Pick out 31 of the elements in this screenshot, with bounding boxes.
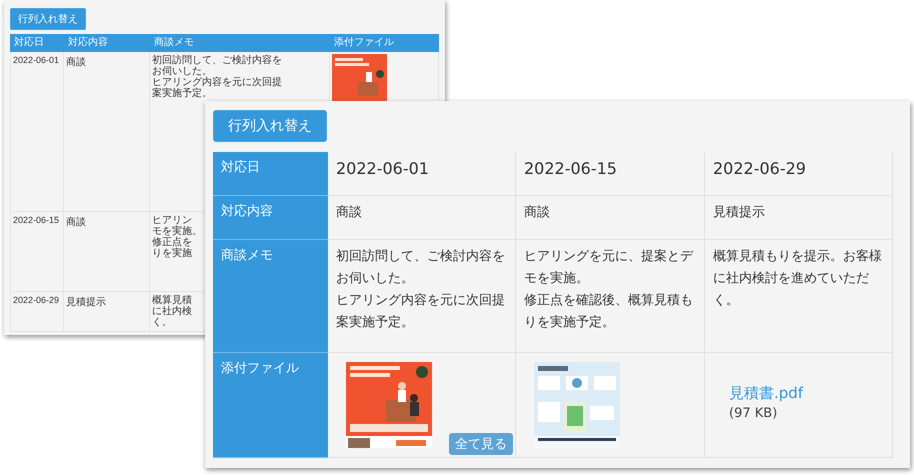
file-link[interactable]: 見積書.pdf	[729, 384, 804, 403]
column-header: 添付ファイル	[330, 34, 439, 52]
transpose-button[interactable]: 行列入れ替え	[10, 8, 86, 30]
table-cell: 商談	[66, 217, 86, 228]
column-header: 対応内容	[64, 34, 150, 52]
view-all-button[interactable]: 全て見る	[449, 433, 513, 455]
table-cell: 2022-06-01	[336, 158, 429, 180]
column-header: 対応日	[10, 34, 64, 52]
file-size: (97 KB)	[729, 406, 778, 421]
row-header: 添付ファイル	[213, 353, 328, 458]
table-cell-text: 見積提示	[713, 204, 765, 222]
table-cell-text: 初回訪問して、ご検討内容を お伺いした。 ヒアリング内容を元に次回提 案実施予定。	[336, 248, 505, 332]
memo-text: 初回訪問して、ご検討内容を お伺いした。 ヒアリング内容を元に次回提 案実施予定。	[152, 55, 282, 99]
memo-text: ヒアリン モを実施。 修正点を りを実施	[152, 215, 202, 259]
row-header: 対応日	[213, 152, 328, 196]
table-cell-text: 商談	[524, 204, 550, 222]
memo-text: 概算見積 に社内検 く。	[152, 295, 192, 328]
row-header: 対応内容	[213, 196, 328, 240]
table-cell: 2022-06-29	[13, 295, 60, 305]
table-cell: 2022-06-29	[713, 158, 806, 180]
column-header: 商談メモ	[150, 34, 330, 52]
table-cell: 見積提示	[66, 297, 106, 308]
table-cell: 2022-06-01	[13, 55, 60, 65]
table-cell: 2022-06-15	[524, 158, 617, 180]
transpose-button[interactable]: 行列入れ替え	[213, 110, 327, 142]
table-cell: 2022-06-15	[13, 215, 60, 225]
table-cell-text: ヒアリングを元に、提案とデ モを実施。 修正点を確認後、概算見積も りを実施予定。	[524, 248, 693, 332]
table-cell-text: 概算見積もりを提示。お客様 に社内検討を進めていただ く。	[713, 248, 882, 310]
row-header: 商談メモ	[213, 240, 328, 353]
table-cell: 商談	[66, 57, 86, 68]
table-cell-text: 商談	[336, 204, 362, 222]
